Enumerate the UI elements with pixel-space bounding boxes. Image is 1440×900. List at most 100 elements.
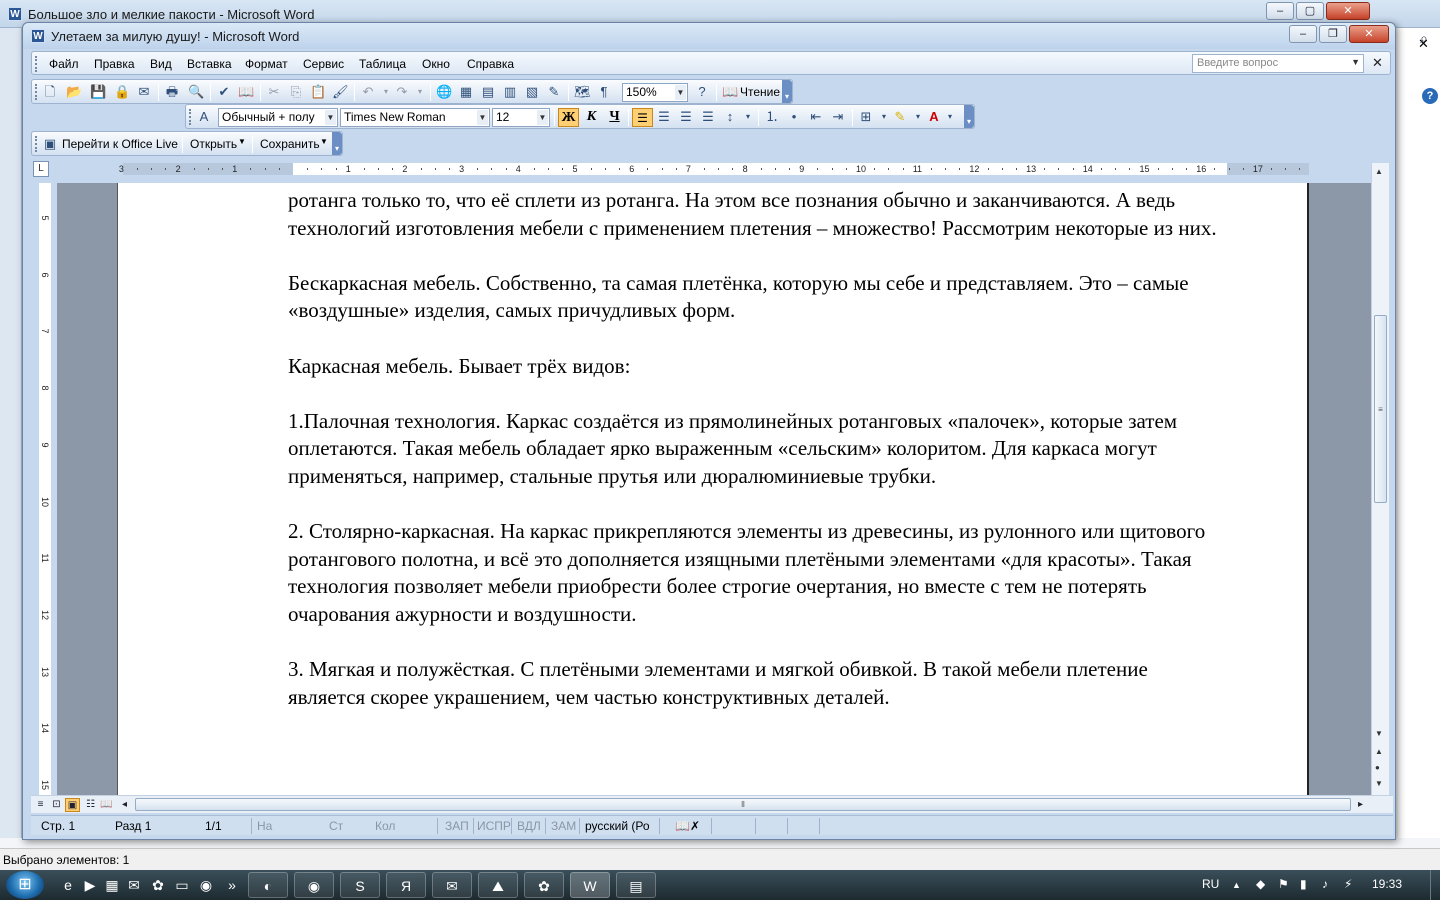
chevron-down-icon[interactable]: ▾ <box>910 109 926 125</box>
media-player-icon[interactable]: ▶ <box>80 875 100 895</box>
menu-view[interactable]: Вид <box>150 57 172 71</box>
chevron-down-icon[interactable]: ▼ <box>238 137 246 146</box>
close-icon[interactable]: ✕ <box>1349 25 1389 43</box>
increase-indent-icon[interactable]: ⇥ <box>830 109 846 125</box>
toolbar-options-icon[interactable]: ▾ <box>782 80 792 103</box>
status-language[interactable]: русский (Ро <box>585 819 650 833</box>
status-track-changes[interactable]: ИСПР <box>477 819 511 833</box>
paragraph[interactable]: Бескаркасная мебель. Собственно, та сама… <box>288 270 1228 325</box>
chevron-down-icon[interactable]: ▾ <box>378 84 394 100</box>
read-mode-button[interactable]: Чтение <box>740 85 780 99</box>
chevron-down-icon[interactable]: ▾ <box>740 109 756 125</box>
menu-file[interactable]: Файл <box>49 57 79 71</box>
read-icon[interactable]: 📖 <box>722 84 738 100</box>
paragraph[interactable]: 1.Палочная технология. Каркас создаётся … <box>288 408 1228 491</box>
chevron-down-icon[interactable]: ▼ <box>477 110 488 125</box>
help-icon[interactable]: ? <box>1422 88 1438 104</box>
explorer-icon[interactable]: ▦ <box>102 875 122 895</box>
close-icon[interactable]: ✕ <box>1326 2 1370 20</box>
status-overtype[interactable]: ЗАМ <box>551 819 576 833</box>
open-button[interactable]: Открыть <box>190 137 237 151</box>
chrome-icon[interactable]: ◉ <box>196 875 216 895</box>
scroll-right-icon[interactable]: ▸ <box>1353 798 1368 812</box>
vertical-scrollbar[interactable]: ▲ ≡ ▼ ▲ ● ▼ <box>1371 163 1389 795</box>
menu-format[interactable]: Формат <box>245 57 288 71</box>
desktop-icon[interactable]: ▭ <box>172 875 192 895</box>
font-select[interactable]: Times New Roman ▼ <box>340 108 490 127</box>
paragraph[interactable]: 2. Столярно-каркасная. На каркас прикреп… <box>288 518 1228 628</box>
chevron-down-icon[interactable]: ▼ <box>675 85 686 100</box>
scroll-down-icon[interactable]: ▼ <box>1375 729 1383 738</box>
paragraph[interactable]: Каркасная мебель. Бывает трёх видов: <box>288 353 1228 381</box>
chevron-down-icon[interactable]: ▼ <box>537 110 548 125</box>
paste-icon[interactable]: 📋 <box>310 84 326 100</box>
open-folder-icon[interactable]: 📂 <box>66 84 82 100</box>
redo-icon[interactable]: ↷ <box>394 84 410 100</box>
maximize-icon[interactable]: ▢ <box>1296 2 1324 20</box>
mail-task-button[interactable]: ✉ <box>432 872 472 898</box>
print-icon[interactable]: 🖶 <box>164 84 180 100</box>
chevron-down-icon[interactable]: ▼ <box>1351 57 1360 67</box>
network-icon[interactable]: ▮ <box>1300 877 1307 891</box>
document-page[interactable]: ротанга только то, что её сплети из рота… <box>117 183 1309 795</box>
chevron-down-icon[interactable]: ▾ <box>412 84 428 100</box>
decrease-indent-icon[interactable]: ⇤ <box>808 109 824 125</box>
align-center-icon[interactable]: ☰ <box>656 109 672 125</box>
chrome-task-button[interactable]: ◉ <box>294 872 334 898</box>
menu-edit[interactable]: Правка <box>94 57 135 71</box>
styles-formatting-icon[interactable]: A <box>196 109 212 125</box>
align-right-icon[interactable]: ☰ <box>678 109 694 125</box>
firefox-task-button[interactable]: ◐ <box>248 872 288 898</box>
bold-button[interactable]: Ж <box>558 108 579 127</box>
previous-page-icon[interactable]: ▲ <box>1375 747 1383 756</box>
font-size-select[interactable]: 12 ▼ <box>492 108 550 127</box>
highlight-icon[interactable]: ✎ <box>892 109 908 125</box>
photo-task-button[interactable]: ⛰ <box>478 872 518 898</box>
web-layout-icon[interactable]: ⊡ <box>49 798 64 812</box>
help-question-input[interactable]: Введите вопрос ▼ <box>1192 54 1364 73</box>
menu-table[interactable]: Таблица <box>359 57 406 71</box>
messenger-icon[interactable]: ✉ <box>124 875 144 895</box>
insert-table-icon[interactable]: ▤ <box>480 84 496 100</box>
next-page-icon[interactable]: ▼ <box>1375 779 1383 788</box>
style-select[interactable]: Обычный + полу ▼ <box>218 108 338 127</box>
line-spacing-icon[interactable]: ↕ <box>722 109 738 125</box>
permission-icon[interactable]: 🔒 <box>114 84 130 100</box>
save-button[interactable]: Сохранить <box>260 137 320 151</box>
ie-icon[interactable]: e <box>58 875 78 895</box>
chevron-down-icon[interactable]: ▼ <box>320 137 328 146</box>
cut-icon[interactable]: ✂ <box>266 84 282 100</box>
yandex-task-button[interactable]: Я <box>386 872 426 898</box>
volume-icon[interactable]: ♪ <box>1322 877 1328 891</box>
borders-icon[interactable]: ⊞ <box>858 109 874 125</box>
browse-object-icon[interactable]: ● <box>1375 763 1380 772</box>
vertical-scroll-thumb[interactable]: ≡ <box>1374 315 1387 503</box>
undo-icon[interactable]: ↶ <box>360 84 376 100</box>
document-text[interactable]: ротанга только то, что её сплети из рота… <box>288 187 1228 739</box>
restore-icon[interactable]: ❐ <box>1319 25 1347 43</box>
language-indicator[interactable]: RU <box>1202 877 1219 891</box>
chevron-down-icon[interactable]: ▼ <box>325 110 336 125</box>
horizontal-scroll-thumb[interactable]: ⦀ <box>135 798 1351 811</box>
insert-excel-icon[interactable]: ▥ <box>502 84 518 100</box>
clock[interactable]: 19:33 <box>1372 877 1402 891</box>
format-painter-icon[interactable]: 🖌 <box>332 84 349 100</box>
menu-window[interactable]: Окно <box>422 57 450 71</box>
status-extend[interactable]: ВДЛ <box>517 819 541 833</box>
folder-task-button[interactable]: ▤ <box>616 872 656 898</box>
copy-icon[interactable]: ⎘ <box>288 84 304 100</box>
word-task-button[interactable]: W <box>570 872 610 898</box>
minimize-icon[interactable]: – <box>1266 2 1294 20</box>
toolbar-grip[interactable] <box>35 84 38 100</box>
help-icon[interactable]: ? <box>694 84 710 100</box>
justify-icon[interactable]: ☰ <box>700 109 716 125</box>
chevron-down-icon[interactable]: ▾ <box>876 109 892 125</box>
toolbar-options-icon[interactable]: ▾ <box>332 132 342 155</box>
scroll-up-icon[interactable]: ▲ <box>1375 167 1383 176</box>
reading-view-icon[interactable]: 📖 <box>99 798 114 812</box>
tab-selector[interactable]: L <box>33 161 49 177</box>
numbering-icon[interactable]: ⒈ <box>764 109 780 125</box>
print-preview-icon[interactable]: 🔍 <box>188 84 204 100</box>
save-icon[interactable]: 💾 <box>90 84 106 100</box>
vertical-ruler[interactable]: 5 6 7 8 9 10 11 12 13 14 15 <box>39 183 51 795</box>
